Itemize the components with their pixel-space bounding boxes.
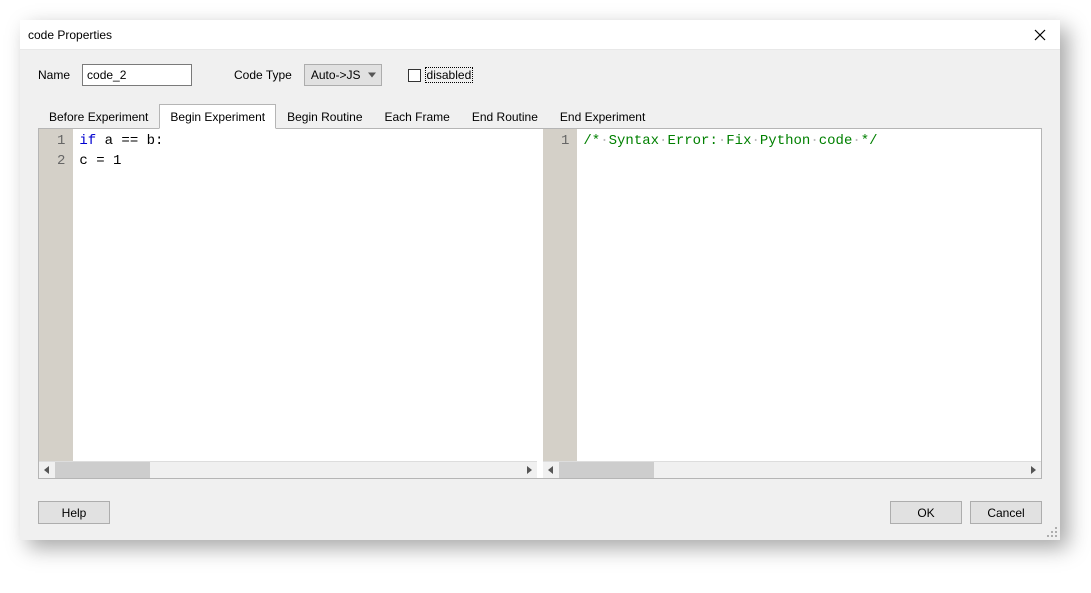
ok-button[interactable]: OK [890, 501, 962, 524]
scroll-track[interactable] [55, 462, 521, 478]
tab-begin-experiment[interactable]: Begin Experiment [159, 104, 276, 129]
left-code[interactable]: if a == b:c = 1 [73, 129, 537, 461]
right-code[interactable]: /*·Syntax·Error:·Fix·Python·code·*/ [577, 129, 1041, 461]
close-button[interactable] [1028, 23, 1052, 47]
codetype-label: Code Type [234, 68, 292, 82]
close-icon [1034, 29, 1046, 41]
disabled-label: disabled [425, 67, 474, 83]
window-title: code Properties [28, 28, 112, 42]
left-editor-pane: 12 if a == b:c = 1 [39, 129, 537, 478]
code-line[interactable]: if a == b: [79, 131, 531, 151]
top-row: Name Code Type Auto->JS disabled [38, 64, 1042, 86]
scroll-right-icon[interactable] [521, 462, 537, 478]
scroll-thumb[interactable] [559, 462, 654, 478]
tab-before-experiment[interactable]: Before Experiment [38, 104, 159, 128]
titlebar: code Properties [20, 20, 1060, 50]
line-number: 2 [57, 151, 65, 171]
right-editor[interactable]: 1 /*·Syntax·Error:·Fix·Python·code·*/ [543, 129, 1041, 461]
disabled-checkbox[interactable] [408, 69, 421, 82]
left-scrollbar[interactable] [39, 461, 537, 478]
right-scrollbar[interactable] [543, 461, 1041, 478]
right-gutter: 1 [543, 129, 577, 461]
line-number: 1 [561, 131, 569, 151]
tab-each-frame[interactable]: Each Frame [374, 104, 461, 128]
codetype-value: Auto->JS [311, 68, 361, 82]
editor-container: 12 if a == b:c = 1 1 /*·Syntax·Error:·Fi… [38, 128, 1042, 479]
dialog-window: code Properties Name Code Type Auto->JS … [20, 20, 1060, 540]
disabled-option: disabled [408, 67, 474, 83]
line-number: 1 [57, 131, 65, 151]
tabs: Before ExperimentBegin ExperimentBegin R… [38, 104, 1042, 128]
right-editor-pane: 1 /*·Syntax·Error:·Fix·Python·code·*/ [543, 129, 1041, 478]
left-gutter: 12 [39, 129, 73, 461]
resize-grip-icon [1044, 524, 1058, 538]
chevron-down-icon [368, 73, 376, 78]
tab-end-experiment[interactable]: End Experiment [549, 104, 656, 128]
tab-begin-routine[interactable]: Begin Routine [276, 104, 373, 128]
scroll-left-icon[interactable] [39, 462, 55, 478]
resize-grip[interactable] [1044, 524, 1058, 538]
name-input[interactable] [82, 64, 192, 86]
help-button[interactable]: Help [38, 501, 110, 524]
bottom-bar: Help OK Cancel [38, 501, 1042, 524]
scroll-left-icon[interactable] [543, 462, 559, 478]
left-editor[interactable]: 12 if a == b:c = 1 [39, 129, 537, 461]
form-area: Name Code Type Auto->JS disabled Before … [20, 50, 1060, 540]
name-label: Name [38, 68, 70, 82]
codetype-select[interactable]: Auto->JS [304, 64, 382, 86]
code-line[interactable]: c = 1 [79, 151, 531, 171]
scroll-right-icon[interactable] [1025, 462, 1041, 478]
scroll-thumb[interactable] [55, 462, 150, 478]
scroll-track[interactable] [559, 462, 1025, 478]
code-line[interactable]: /*·Syntax·Error:·Fix·Python·code·*/ [583, 131, 1035, 151]
tab-end-routine[interactable]: End Routine [461, 104, 549, 128]
cancel-button[interactable]: Cancel [970, 501, 1042, 524]
